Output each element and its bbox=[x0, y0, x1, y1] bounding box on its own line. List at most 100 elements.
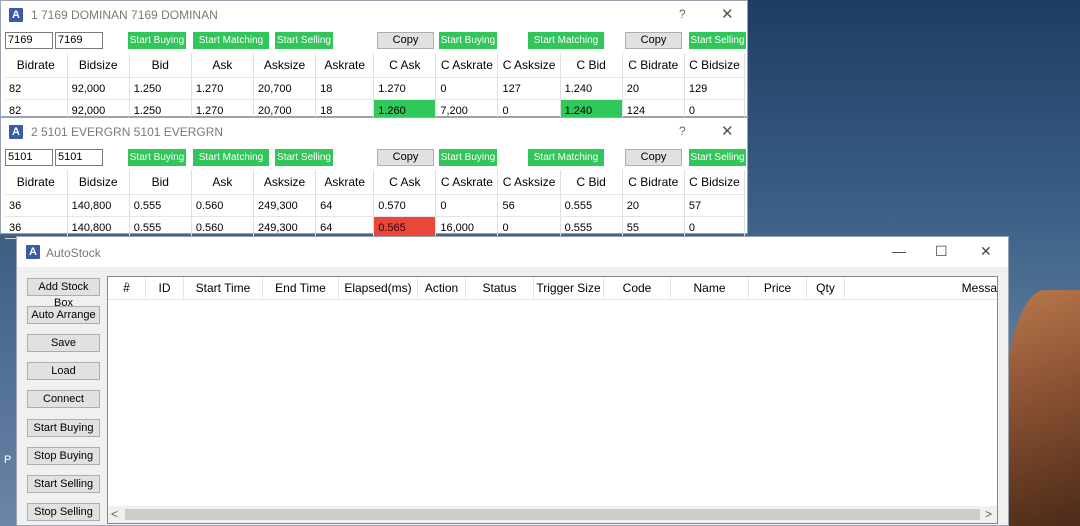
load-button[interactable]: Load bbox=[27, 362, 100, 380]
col-header: C Bidsize bbox=[684, 170, 746, 195]
maximize-icon[interactable]: ☐ bbox=[935, 243, 948, 260]
start-selling-button[interactable]: Start Selling bbox=[27, 475, 100, 493]
autostock-titlebar: A AutoStock — ☐ ✕ bbox=[17, 237, 1008, 267]
autostock-window: A AutoStock — ☐ ✕ Add Stock Box Auto Arr… bbox=[16, 236, 1009, 526]
col-header: Bid bbox=[129, 170, 192, 195]
stock-box-window-2: A 2 5101 EVERGRN 5101 EVERGRN ? ✕ 5101 5… bbox=[0, 117, 748, 239]
stock-box-title: 2 5101 EVERGRN 5101 EVERGRN bbox=[31, 125, 224, 139]
list-header: ⌄ # ID Start Time End Time Elapsed(ms) A… bbox=[108, 277, 997, 300]
app-icon: A bbox=[9, 8, 23, 22]
grid-cell: 129 bbox=[684, 77, 746, 100]
grid-cell: 0 bbox=[435, 77, 499, 100]
copy-button[interactable]: Copy bbox=[377, 149, 434, 166]
grid-cell: 1.240 bbox=[560, 77, 623, 100]
quote-grid: Bidrate Bidsize Bid Ask Asksize Askrate … bbox=[5, 53, 746, 122]
stock-code-input-2[interactable]: 7169 bbox=[55, 32, 103, 49]
column-header-name[interactable]: Name bbox=[671, 277, 749, 299]
close-icon[interactable]: ✕ bbox=[721, 5, 734, 23]
stop-selling-button[interactable]: Stop Selling bbox=[27, 503, 100, 521]
grid-cell: 36 bbox=[5, 194, 68, 217]
column-header-qty[interactable]: Qty bbox=[807, 277, 845, 299]
add-stock-box-button[interactable]: Add Stock Box bbox=[27, 278, 100, 309]
help-button[interactable]: ? bbox=[679, 124, 686, 138]
start-buying-button-c[interactable]: Start Buying bbox=[439, 32, 497, 49]
start-buying-button-c[interactable]: Start Buying bbox=[439, 149, 497, 166]
grid-cell: 127 bbox=[497, 77, 561, 100]
auto-arrange-button[interactable]: Auto Arrange bbox=[27, 306, 100, 324]
grid-cell: 0.570 bbox=[373, 194, 437, 217]
stock-code-input-2[interactable]: 5101 bbox=[55, 149, 103, 166]
start-matching-button-c[interactable]: Start Matching bbox=[528, 32, 604, 49]
grid-cell: 249,300 bbox=[253, 194, 317, 217]
grid-row[interactable]: 36 140,800 0.555 0.560 249,300 64 0.570 … bbox=[5, 194, 746, 217]
start-selling-button-c[interactable]: Start Selling bbox=[689, 32, 746, 49]
column-header-price[interactable]: Price bbox=[749, 277, 807, 299]
column-header-code[interactable]: Code bbox=[604, 277, 671, 299]
grid-cell: 92,000 bbox=[67, 77, 130, 100]
col-header: Ask bbox=[191, 170, 255, 195]
col-header: C Bidrate bbox=[622, 53, 685, 78]
column-header-trigger-size[interactable]: Trigger Size bbox=[534, 277, 604, 299]
start-selling-button-c[interactable]: Start Selling bbox=[689, 149, 746, 166]
stop-buying-button[interactable]: Stop Buying bbox=[27, 447, 100, 465]
start-buying-button[interactable]: Start Buying bbox=[128, 32, 186, 49]
column-header-action[interactable]: Action bbox=[418, 277, 466, 299]
stock-code-input[interactable]: 5101 bbox=[5, 149, 53, 166]
column-header-id[interactable]: ID bbox=[146, 277, 184, 299]
order-log-list[interactable]: ⌄ # ID Start Time End Time Elapsed(ms) A… bbox=[107, 276, 998, 524]
column-header-start-time[interactable]: Start Time bbox=[184, 277, 263, 299]
copy-button-c[interactable]: Copy bbox=[625, 32, 682, 49]
close-icon[interactable]: ✕ bbox=[721, 122, 734, 140]
start-selling-button[interactable]: Start Selling bbox=[275, 32, 333, 49]
grid-cell: 0.555 bbox=[560, 194, 623, 217]
col-header: C Askrate bbox=[435, 53, 499, 78]
app-icon: A bbox=[9, 125, 23, 139]
grid-cell: 57 bbox=[684, 194, 746, 217]
grid-cell: 1.250 bbox=[129, 77, 192, 100]
column-header-status[interactable]: Status bbox=[466, 277, 534, 299]
grid-header-row: Bidrate Bidsize Bid Ask Asksize Askrate … bbox=[5, 170, 746, 195]
grid-row[interactable]: 82 92,000 1.250 1.270 20,700 18 1.270 0 … bbox=[5, 77, 746, 100]
grid-cell: 140,800 bbox=[67, 194, 130, 217]
save-button[interactable]: Save bbox=[27, 334, 100, 352]
grid-cell: 20 bbox=[622, 77, 685, 100]
col-header: Bidrate bbox=[5, 170, 68, 195]
app-icon: A bbox=[26, 245, 40, 259]
stock-code-input[interactable]: 7169 bbox=[5, 32, 53, 49]
col-header: Askrate bbox=[315, 170, 375, 195]
minimize-icon[interactable]: — bbox=[892, 243, 906, 259]
help-button[interactable]: ? bbox=[679, 7, 686, 21]
col-header: C Bid bbox=[560, 53, 623, 78]
col-header: C Bid bbox=[560, 170, 623, 195]
grid-cell: 1.270 bbox=[373, 77, 437, 100]
column-header-message[interactable]: Messa bbox=[845, 277, 997, 299]
scroll-left-arrow-icon[interactable]: < bbox=[111, 507, 118, 521]
copy-button[interactable]: Copy bbox=[377, 32, 434, 49]
scrollbar-thumb[interactable] bbox=[125, 509, 980, 520]
start-buying-button[interactable]: Start Buying bbox=[27, 419, 100, 437]
start-selling-button[interactable]: Start Selling bbox=[275, 149, 333, 166]
desktop-wallpaper-rock bbox=[1005, 290, 1080, 526]
grid-cell: 1.270 bbox=[191, 77, 255, 100]
col-header: C Asksize bbox=[497, 170, 561, 195]
column-header-end-time[interactable]: End Time bbox=[263, 277, 339, 299]
start-matching-button[interactable]: Start Matching bbox=[193, 149, 269, 166]
grid-cell: 56 bbox=[497, 194, 561, 217]
scroll-right-arrow-icon[interactable]: > bbox=[985, 507, 992, 521]
start-buying-button[interactable]: Start Buying bbox=[128, 149, 186, 166]
start-matching-button-c[interactable]: Start Matching bbox=[528, 149, 604, 166]
col-header: Asksize bbox=[253, 53, 317, 78]
grid-cell: 64 bbox=[315, 194, 375, 217]
column-header-elapsed[interactable]: Elapsed(ms) bbox=[339, 277, 418, 299]
sort-caret-icon: ⌄ bbox=[123, 277, 130, 286]
close-icon[interactable]: ✕ bbox=[980, 243, 992, 260]
start-matching-button[interactable]: Start Matching bbox=[193, 32, 269, 49]
grid-cell: 20,700 bbox=[253, 77, 317, 100]
copy-button-c[interactable]: Copy bbox=[625, 149, 682, 166]
connect-button[interactable]: Connect bbox=[27, 390, 100, 408]
grid-cell: 0.555 bbox=[129, 194, 192, 217]
col-header: Bid bbox=[129, 53, 192, 78]
column-header-number[interactable]: ⌄ # bbox=[108, 277, 146, 299]
horizontal-scrollbar[interactable]: < > bbox=[108, 506, 997, 523]
col-header: Askrate bbox=[315, 53, 375, 78]
